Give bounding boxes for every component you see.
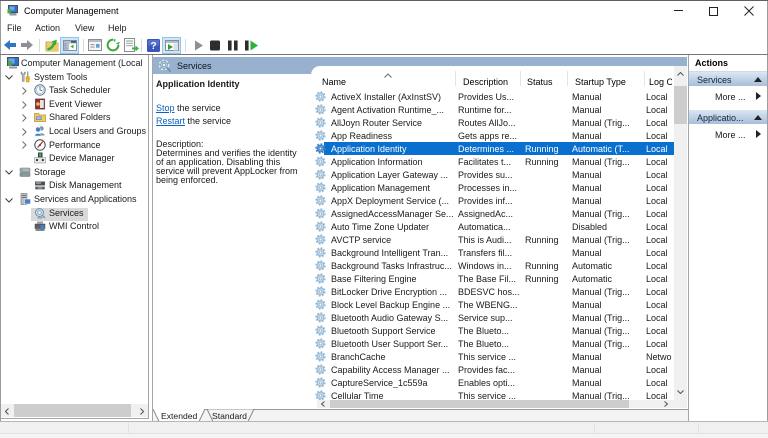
svg-text:?: ?: [150, 41, 156, 52]
